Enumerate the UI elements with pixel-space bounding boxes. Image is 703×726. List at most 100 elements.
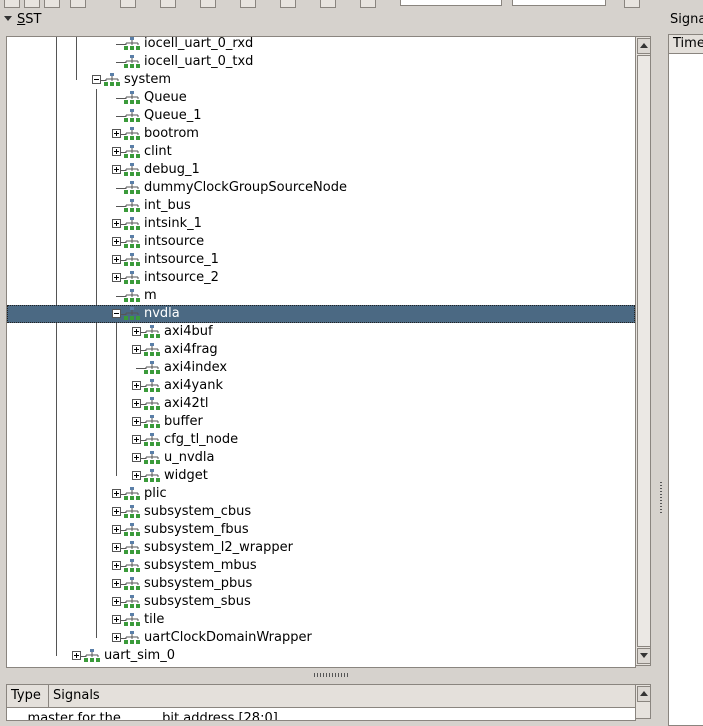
tree-node-axi4frag[interactable]: axi4frag — [7, 341, 635, 359]
tree-node-dummyclockgroupsourcenode[interactable]: dummyClockGroupSourceNode — [7, 179, 635, 197]
plus-box-icon[interactable] — [112, 489, 121, 498]
tree-node-bootrom[interactable]: bootrom — [7, 125, 635, 143]
sst-signals-table[interactable]: Type Signals ... master for the ... ....… — [6, 684, 636, 721]
type-column-header[interactable]: Type — [7, 685, 49, 707]
scroll-down-arrow-icon[interactable] — [637, 648, 651, 664]
toolbar-button[interactable] — [160, 0, 176, 8]
tree-node-subsystem-pbus[interactable]: subsystem_pbus — [7, 575, 635, 593]
tree-node-tile[interactable]: tile — [7, 611, 635, 629]
signals-column-header[interactable]: Signals — [49, 685, 100, 707]
plus-box-icon[interactable] — [112, 579, 121, 588]
plus-box-icon[interactable] — [112, 165, 121, 174]
tree-node-cfg-tl-node[interactable]: cfg_tl_node — [7, 431, 635, 449]
module-hierarchy-icon — [124, 235, 140, 249]
toolbar-button[interactable] — [360, 0, 376, 8]
tree-node-intsource-1[interactable]: intsource_1 — [7, 251, 635, 269]
plus-box-icon[interactable] — [132, 435, 141, 444]
tree-node-queue[interactable]: Queue — [7, 89, 635, 107]
splitter-grip-icon — [660, 482, 662, 514]
tree-node-axi42tl[interactable]: axi42tl — [7, 395, 635, 413]
tree-node-uart-sim-0[interactable]: uart_sim_0 — [7, 647, 635, 665]
plus-box-icon[interactable] — [112, 147, 121, 156]
tree-node-intsource[interactable]: intsource — [7, 233, 635, 251]
plus-box-icon[interactable] — [132, 399, 141, 408]
tree-node-subsystem-cbus[interactable]: subsystem_cbus — [7, 503, 635, 521]
tree-node-subsystem-fbus[interactable]: subsystem_fbus — [7, 521, 635, 539]
plus-box-icon[interactable] — [112, 219, 121, 228]
plus-box-icon[interactable] — [112, 561, 121, 570]
signals-list[interactable]: Time — [668, 34, 703, 726]
tree-node-u-nvdla[interactable]: u_nvdla — [7, 449, 635, 467]
plus-box-icon[interactable] — [132, 345, 141, 354]
plus-box-icon[interactable] — [112, 255, 121, 264]
signals-panel-title: Signa — [670, 12, 703, 27]
plus-box-icon[interactable] — [132, 381, 141, 390]
toolbar-field-end[interactable] — [512, 0, 606, 6]
plus-box-icon[interactable] — [132, 453, 141, 462]
tree-node-nvdla[interactable]: nvdla — [7, 305, 635, 323]
tree-node-axi4buf[interactable]: axi4buf — [7, 323, 635, 341]
plus-box-icon[interactable] — [132, 327, 141, 336]
toolbar-field-start[interactable] — [400, 0, 502, 6]
tree-node-label: subsystem_sbus — [144, 594, 251, 609]
toolbar-button[interactable] — [280, 0, 296, 8]
tree-node-plic[interactable]: plic — [7, 485, 635, 503]
plus-box-icon[interactable] — [112, 507, 121, 516]
pane-splitter-horizontal-grip[interactable] — [314, 673, 348, 677]
tree-node-intsource-2[interactable]: intsource_2 — [7, 269, 635, 287]
tree-node-int-bus[interactable]: int_bus — [7, 197, 635, 215]
plus-box-icon[interactable] — [112, 615, 121, 624]
toolbar-button[interactable] — [24, 0, 40, 8]
pane-splitter-vertical[interactable] — [657, 12, 665, 719]
tree-node-uartclockdomainwrapper[interactable]: uartClockDomainWrapper — [7, 629, 635, 647]
tree-node-queue-1[interactable]: Queue_1 — [7, 107, 635, 125]
minus-box-icon[interactable] — [112, 309, 121, 318]
tree-node-m[interactable]: m — [7, 287, 635, 305]
toolbar-button[interactable] — [624, 0, 640, 8]
toolbar-button[interactable] — [4, 0, 20, 8]
tree-node-buffer[interactable]: buffer — [7, 413, 635, 431]
tree-node-widget[interactable]: widget — [7, 467, 635, 485]
toolbar-button[interactable] — [120, 0, 136, 8]
tree-node-axi4index[interactable]: axi4index — [7, 359, 635, 377]
toolbar-button[interactable] — [320, 0, 336, 8]
plus-box-icon[interactable] — [112, 633, 121, 642]
sst-hierarchy-tree[interactable]: iocell_uart_0_rxd iocell_uart_0_txdsystem… — [6, 36, 636, 668]
plus-box-icon[interactable] — [112, 237, 121, 246]
toolbar-button[interactable] — [240, 0, 256, 8]
module-hierarchy-icon — [124, 613, 140, 627]
plus-box-icon[interactable] — [132, 417, 141, 426]
tree-node-subsystem-l2-wrapper[interactable]: subsystem_l2_wrapper — [7, 539, 635, 557]
scrollbar-thumb[interactable] — [637, 55, 651, 647]
plus-box-icon[interactable] — [112, 543, 121, 552]
scroll-up-arrow-icon[interactable] — [637, 38, 651, 54]
tree-node-label: iocell_uart_0_txd — [144, 54, 254, 69]
tree-node-clint[interactable]: clint — [7, 143, 635, 161]
tree-node-axi4yank[interactable]: axi4yank — [7, 377, 635, 395]
sst-expander[interactable]: SST — [0, 11, 660, 29]
toolbar-button[interactable] — [70, 0, 86, 8]
tree-node-subsystem-mbus[interactable]: subsystem_mbus — [7, 557, 635, 575]
module-hierarchy-icon — [144, 433, 160, 447]
signals-vertical-scrollbar[interactable] — [635, 684, 651, 719]
tree-node-subsystem-sbus[interactable]: subsystem_sbus — [7, 593, 635, 611]
toolbar-button[interactable] — [200, 0, 216, 8]
minus-box-icon[interactable] — [92, 75, 101, 84]
tree-node-iocell-uart-0-rxd[interactable]: iocell_uart_0_rxd — [7, 37, 635, 53]
plus-box-icon[interactable] — [132, 471, 141, 480]
tree-node-debug-1[interactable]: debug_1 — [7, 161, 635, 179]
signal-row[interactable]: ... master for the ... .... bit address … — [11, 711, 278, 720]
plus-box-icon[interactable] — [112, 273, 121, 282]
module-hierarchy-icon — [124, 127, 140, 141]
tree-node-intsink-1[interactable]: intsink_1 — [7, 215, 635, 233]
plus-box-icon[interactable] — [112, 525, 121, 534]
tree-vertical-scrollbar[interactable] — [635, 36, 651, 666]
plus-box-icon[interactable] — [72, 651, 81, 660]
scroll-up-arrow-icon[interactable] — [637, 686, 651, 702]
tree-node-iocell-uart-0-txd[interactable]: iocell_uart_0_txd — [7, 53, 635, 71]
toolbar-button[interactable] — [44, 0, 60, 8]
time-column-header[interactable]: Time — [669, 35, 703, 54]
plus-box-icon[interactable] — [112, 129, 121, 138]
plus-box-icon[interactable] — [112, 597, 121, 606]
tree-node-system[interactable]: system — [7, 71, 635, 89]
